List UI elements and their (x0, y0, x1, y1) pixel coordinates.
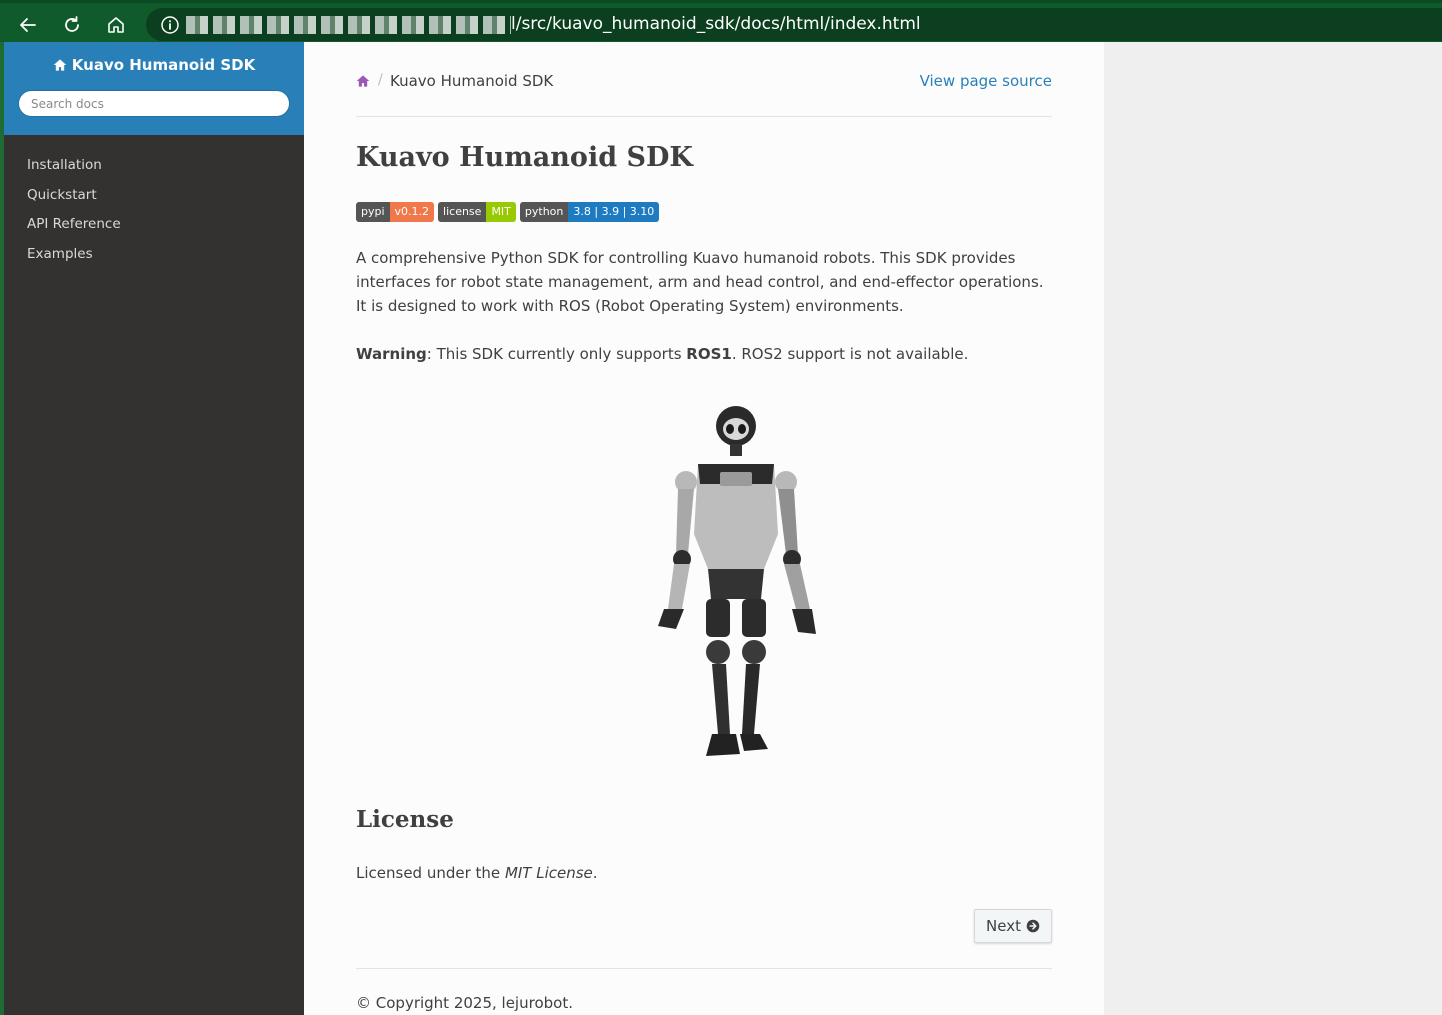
intro-paragraph: A comprehensive Python SDK for controlli… (356, 249, 1044, 315)
reload-icon[interactable] (58, 11, 86, 39)
python-badge[interactable]: python 3.8 | 3.9 | 3.10 (519, 202, 660, 222)
project-title: Kuavo Humanoid SDK (71, 56, 256, 74)
nav-item-quickstart[interactable]: Quickstart (4, 181, 304, 211)
humanoid-robot-image (658, 406, 816, 756)
next-button[interactable]: Next (974, 909, 1052, 943)
main-content: / Kuavo Humanoid SDK View page source Ku… (304, 42, 1104, 1015)
back-arrow-icon[interactable] (14, 11, 42, 39)
breadcrumb-separator: / (378, 72, 383, 88)
browser-toolbar: l/src/kuavo_humanoid_sdk/docs/html/index… (0, 0, 1442, 42)
badge-label: pypi (356, 202, 390, 222)
footer-divider (356, 968, 1052, 969)
badge-label: license (438, 202, 487, 222)
nav-item-installation[interactable]: Installation (4, 151, 304, 181)
breadcrumb-home-icon[interactable] (356, 74, 370, 88)
license-badge[interactable]: license MIT (438, 202, 516, 222)
view-page-source-link[interactable]: View page source (920, 72, 1052, 90)
pypi-badge[interactable]: pypi v0.1.2 (356, 202, 435, 222)
warning-bold: ROS1 (686, 345, 732, 363)
breadcrumb-current: Kuavo Humanoid SDK (390, 72, 554, 90)
warning-text-end: . ROS2 support is not available. (731, 345, 969, 363)
project-home-link[interactable]: Kuavo Humanoid SDK (53, 56, 255, 74)
page-title: Kuavo Humanoid SDK (356, 142, 693, 173)
info-icon[interactable] (160, 15, 180, 35)
address-bar[interactable]: l/src/kuavo_humanoid_sdk/docs/html/index… (146, 8, 1442, 41)
nav-item-api-reference[interactable]: API Reference (4, 210, 304, 240)
page-margin (1104, 42, 1442, 1015)
next-button-label: Next (986, 917, 1021, 935)
url-redacted-segment (186, 16, 511, 34)
warning-paragraph: Warning: This SDK currently only support… (356, 342, 968, 366)
arrow-circle-right-icon (1026, 919, 1040, 933)
license-text: Licensed under the (356, 864, 505, 882)
breadcrumb: / Kuavo Humanoid SDK View page source (356, 42, 1052, 117)
warning-label: Warning (356, 345, 427, 363)
home-icon[interactable] (102, 11, 130, 39)
home-icon (53, 59, 67, 71)
license-paragraph: Licensed under the MIT License. (356, 861, 598, 885)
badge-row: pypi v0.1.2 license MIT python 3.8 | 3.9… (356, 202, 660, 222)
side-navigation: Kuavo Humanoid SDK Installation Quicksta… (4, 42, 304, 1015)
license-name: MIT License (504, 864, 593, 882)
url-text[interactable]: l/src/kuavo_humanoid_sdk/docs/html/index… (511, 13, 921, 35)
warning-text: : This SDK currently only supports (426, 345, 687, 363)
badge-value: MIT (486, 202, 516, 222)
copyright-text: © Copyright 2025, lejurobot. (356, 994, 573, 1012)
license-end: . (592, 864, 598, 882)
search-input[interactable] (18, 90, 290, 117)
license-heading: License (356, 806, 454, 833)
nav-menu: Installation Quickstart API Reference Ex… (4, 135, 304, 269)
nav-item-examples[interactable]: Examples (4, 240, 304, 270)
badge-value: 3.8 | 3.9 | 3.10 (568, 202, 660, 222)
badge-value: v0.1.2 (389, 202, 435, 222)
sidenav-header: Kuavo Humanoid SDK (4, 42, 304, 135)
badge-label: python (519, 202, 569, 222)
